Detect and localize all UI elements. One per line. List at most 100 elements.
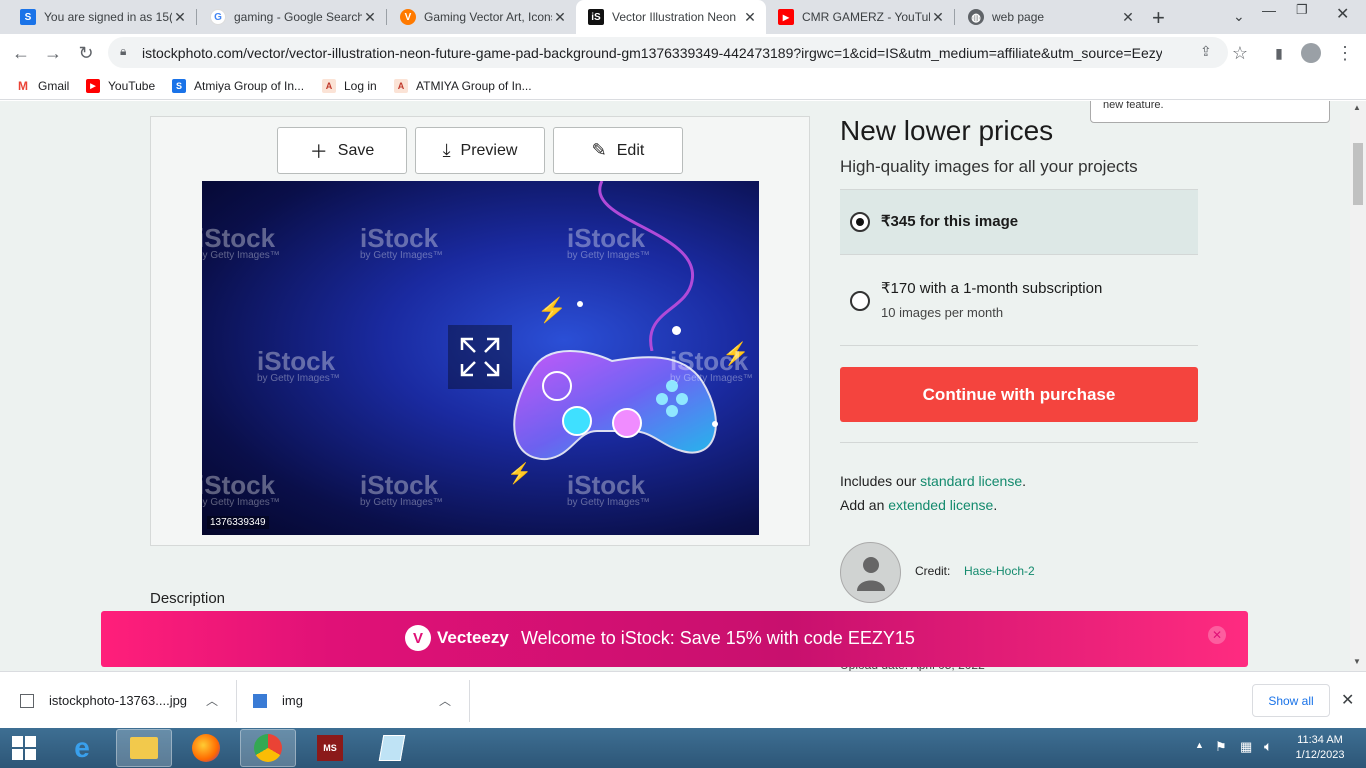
close-icon[interactable]: ✕ bbox=[1120, 9, 1136, 26]
standard-license-link[interactable]: standard license bbox=[920, 473, 1022, 489]
share-icon[interactable]: ⇪ bbox=[1200, 43, 1212, 60]
file-explorer-icon[interactable] bbox=[116, 729, 172, 767]
watermark: iStock by Getty Images™ bbox=[360, 223, 443, 261]
close-icon[interactable]: ✕ bbox=[1208, 626, 1226, 644]
scroll-up-icon[interactable]: ▲ bbox=[1353, 103, 1361, 112]
option1-label: ₹345 for this image bbox=[881, 213, 1019, 230]
edit-button[interactable]: ✎ Edit bbox=[553, 127, 683, 174]
tab-divider bbox=[954, 9, 955, 25]
minimize-icon[interactable]: — bbox=[1262, 2, 1276, 18]
extended-license-link[interactable]: extended license bbox=[888, 497, 993, 513]
tab-vecteezy[interactable]: V Gaming Vector Art, Icons ✕ bbox=[388, 0, 576, 34]
forward-icon[interactable]: → bbox=[40, 40, 66, 66]
tab-divider bbox=[196, 9, 197, 25]
atmiya-logo-icon: A bbox=[394, 79, 408, 93]
bookmark-atmiya-group[interactable]: A ATMIYA Group of In... bbox=[394, 77, 532, 95]
download-filename: img bbox=[282, 693, 303, 708]
bookmark-login[interactable]: A Log in bbox=[322, 77, 377, 95]
controller-cable bbox=[598, 181, 694, 351]
watermark: iStock by Getty Images™ bbox=[670, 346, 753, 384]
bookmark-atmiya[interactable]: S Atmiya Group of In... bbox=[172, 77, 304, 95]
bookmark-label: Gmail bbox=[38, 79, 70, 93]
credit-link[interactable]: Hase-Hoch-2 bbox=[964, 564, 1035, 578]
menu-icon[interactable]: ⋮ bbox=[1332, 40, 1358, 66]
divider bbox=[469, 680, 470, 722]
image-panel: ＋ Save ⤓ Preview ✎ Edit ⚡ ⚡ ⚡ iStock by … bbox=[150, 116, 810, 546]
vecteezy-brand: V Vecteezy bbox=[405, 625, 509, 651]
option-single-image[interactable]: ₹345 for this image bbox=[840, 190, 1198, 254]
radio-selected[interactable] bbox=[850, 212, 870, 232]
network-flag-icon[interactable]: ⚑ bbox=[1215, 739, 1227, 755]
save-button[interactable]: ＋ Save bbox=[277, 127, 407, 174]
watermark: iStock by Getty Images™ bbox=[360, 470, 443, 508]
address-bar[interactable]: 🔒︎ istockphoto.com/vector/vector-illustr… bbox=[108, 37, 1228, 68]
window-close-icon[interactable]: ✕ bbox=[1336, 4, 1349, 24]
download-item[interactable]: istockphoto-13763....jpg ︿ bbox=[20, 672, 230, 729]
download-icon: ⤓ bbox=[442, 140, 451, 160]
internet-explorer-icon[interactable]: e bbox=[54, 729, 110, 767]
tray-chevron-icon[interactable]: ▲ bbox=[1195, 740, 1204, 750]
watermark: iStock by Getty Images™ bbox=[202, 223, 280, 261]
option2-label: ₹170 with a 1-month subscription bbox=[881, 280, 1103, 297]
image-id: 1376339349 bbox=[207, 516, 269, 529]
expand-icon[interactable] bbox=[448, 325, 512, 389]
bookmark-label: ATMIYA Group of In... bbox=[416, 79, 532, 93]
tab-signed-in[interactable]: S You are signed in as 15( ✕ bbox=[8, 0, 196, 34]
atmiya-logo-icon: A bbox=[322, 79, 336, 93]
tab-youtube[interactable]: ▶ CMR GAMERZ - YouTube ✕ bbox=[766, 0, 954, 34]
download-item[interactable]: img ︿ bbox=[253, 672, 463, 729]
url-text: istockphoto.com/vector/vector-illustrati… bbox=[142, 45, 1162, 61]
bookmark-star-icon[interactable]: ☆ bbox=[1227, 40, 1253, 66]
profile-icon[interactable] bbox=[1298, 40, 1324, 66]
bookmark-youtube[interactable]: ▶ YouTube bbox=[86, 77, 155, 95]
close-icon[interactable]: ✕ bbox=[930, 9, 946, 26]
scroll-down-icon[interactable]: ▼ bbox=[1353, 657, 1361, 666]
tab-strip: S You are signed in as 15( ✕ G gaming - … bbox=[0, 0, 1366, 34]
lock-icon[interactable]: 🔒︎ bbox=[120, 44, 126, 59]
side-panel-icon[interactable]: ▮ bbox=[1266, 40, 1292, 66]
close-icon[interactable]: ✕ bbox=[172, 9, 188, 26]
scrollbar[interactable]: ▲ ▼ bbox=[1350, 101, 1366, 671]
tab-title: Vector Illustration Neon bbox=[612, 10, 737, 24]
msaccess-icon[interactable]: MS bbox=[302, 729, 358, 767]
tab-google-search[interactable]: G gaming - Google Search ✕ bbox=[198, 0, 386, 34]
promo-banner[interactable]: V Vecteezy Welcome to iStock: Save 15% w… bbox=[101, 611, 1248, 667]
network-icon[interactable]: ▦ bbox=[1240, 739, 1252, 755]
close-icon[interactable]: ✕ bbox=[552, 9, 568, 26]
chrome-icon[interactable] bbox=[240, 729, 296, 767]
option-subscription[interactable]: ₹170 with a 1-month subscription 10 imag… bbox=[840, 255, 1198, 345]
lightning-icon: ⚡ bbox=[537, 297, 567, 324]
close-icon[interactable]: ✕ bbox=[1341, 690, 1354, 710]
scroll-thumb[interactable] bbox=[1353, 143, 1363, 205]
bookmark-label: Log in bbox=[344, 79, 377, 93]
show-all-button[interactable]: Show all bbox=[1252, 684, 1330, 717]
close-icon[interactable]: ✕ bbox=[362, 9, 378, 26]
brand-name: Vecteezy bbox=[437, 628, 509, 647]
notepad-icon[interactable] bbox=[364, 729, 420, 767]
tab-search-chevron-icon[interactable]: ⌄ bbox=[1233, 8, 1245, 25]
preview-button[interactable]: ⤓ Preview bbox=[415, 127, 545, 174]
back-icon[interactable]: ← bbox=[8, 40, 34, 66]
system-clock[interactable]: 11:34 AM 1/12/2023 bbox=[1290, 733, 1350, 763]
start-button[interactable] bbox=[0, 729, 48, 767]
divider bbox=[840, 345, 1198, 346]
globe-icon: ◍ bbox=[968, 9, 984, 25]
tab-istock-active[interactable]: iS Vector Illustration Neon ✕ bbox=[576, 0, 766, 34]
tab-title: You are signed in as 15( bbox=[44, 10, 172, 24]
continue-purchase-button[interactable]: Continue with purchase bbox=[840, 367, 1198, 422]
volume-icon[interactable]: 🔈︎ bbox=[1264, 738, 1272, 755]
reload-icon[interactable]: ↻ bbox=[73, 40, 99, 66]
sparkle-dot bbox=[672, 326, 681, 335]
firefox-icon[interactable] bbox=[178, 729, 234, 767]
tab-web-page[interactable]: ◍ web page ✕ bbox=[956, 0, 1144, 34]
stock-image[interactable]: ⚡ ⚡ ⚡ iStock by Getty Images™ iStock by Ge… bbox=[202, 181, 759, 535]
restore-icon[interactable]: ❐ bbox=[1296, 2, 1308, 18]
plus-icon: ＋ bbox=[309, 141, 328, 162]
radio-unselected[interactable] bbox=[850, 291, 870, 311]
chevron-up-icon[interactable]: ︿ bbox=[439, 692, 451, 709]
bookmark-gmail[interactable]: M Gmail bbox=[16, 77, 69, 95]
new-tab-icon[interactable]: + bbox=[1152, 5, 1165, 31]
chevron-up-icon[interactable]: ︿ bbox=[206, 692, 218, 709]
close-icon[interactable]: ✕ bbox=[742, 9, 758, 26]
save-label: Save bbox=[337, 141, 375, 159]
